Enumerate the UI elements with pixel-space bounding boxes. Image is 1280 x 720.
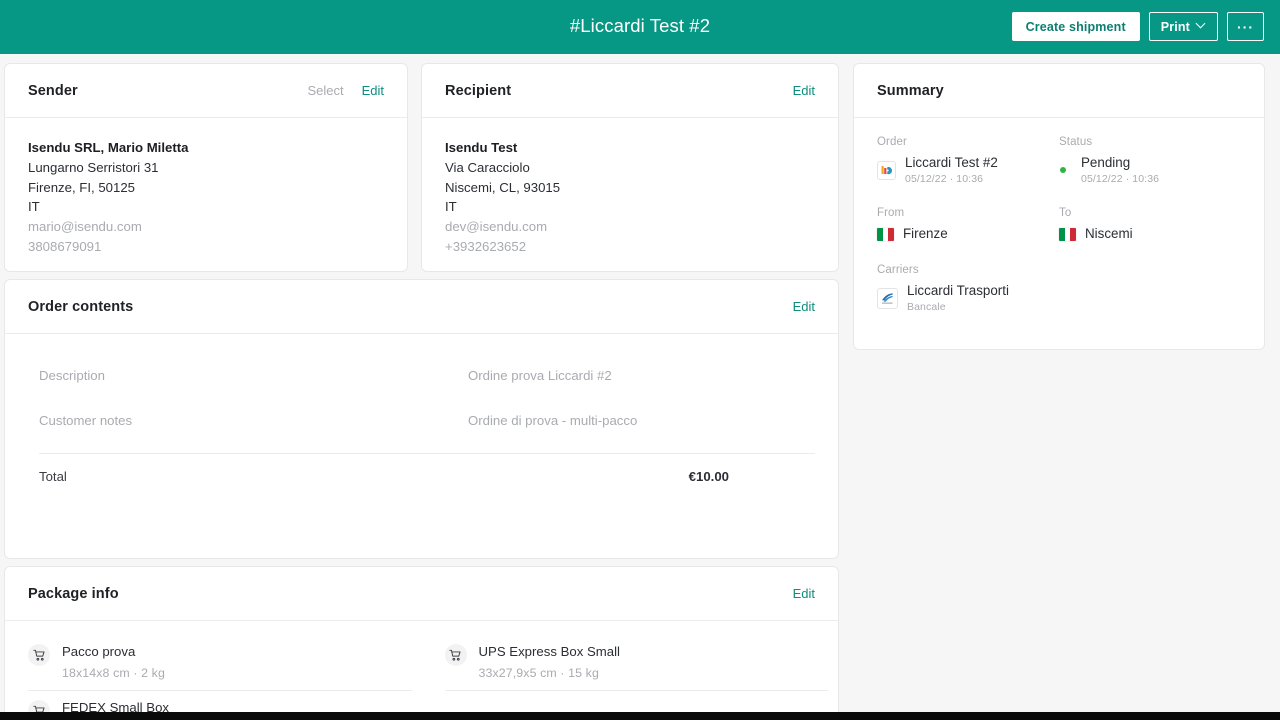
- recipient-city: Niscemi, CL, 93015: [445, 179, 561, 195]
- recipient-edit-link[interactable]: Edit: [793, 83, 815, 98]
- summary-status-texts: Pending 05/12/22 · 10:36: [1081, 155, 1159, 185]
- order-contents-edit-link[interactable]: Edit: [793, 299, 815, 314]
- package-name: UPS Express Box Small: [478, 644, 620, 659]
- package-list: Pacco prova 18x14x8 cm · 2 kg UPS Expres…: [5, 635, 838, 720]
- sender-title: Sender: [28, 82, 78, 99]
- list-item[interactable]: UPS Express Box Small 33x27,9x5 cm · 15 …: [422, 635, 839, 691]
- package-info-actions: Edit: [793, 586, 815, 601]
- sender-select-link[interactable]: Select: [307, 83, 343, 98]
- order-source-icon: [877, 160, 896, 180]
- summary-status-label: Status: [1059, 136, 1093, 148]
- summary-to-label: To: [1059, 207, 1072, 219]
- order-contents-actions: Edit: [793, 299, 815, 314]
- order-contents-row: Description Ordine prova Liccardi #2: [28, 353, 815, 398]
- carrier-logo-icon: [877, 287, 898, 309]
- summary-card: Summary Order Liccardi Test #2 05/12/22 …: [853, 63, 1265, 350]
- summary-status-date: 05/12/22 · 10:36: [1081, 173, 1160, 185]
- order-contents-title: Order contents: [28, 298, 134, 315]
- package-name: Pacco prova: [62, 644, 136, 659]
- sender-email: mario@isendu.com: [28, 219, 142, 235]
- recipient-country: IT: [445, 199, 457, 215]
- summary-card-body: Order Liccardi Test #2 05/12/22 · 10:36: [854, 118, 1264, 333]
- package-info-body: Pacco prova 18x14x8 cm · 2 kg UPS Expres…: [5, 621, 838, 720]
- sender-city: Firenze, FI, 50125: [28, 179, 136, 195]
- recipient-title: Recipient: [445, 82, 512, 99]
- recipient-card-header: Recipient Edit: [422, 64, 838, 118]
- summary-order-label: Order: [877, 136, 907, 148]
- order-contents-header: Order contents Edit: [5, 280, 838, 334]
- summary-carriers-block: Carriers Liccardi Trasporti Bancale: [877, 264, 1241, 313]
- sender-card: Sender Select Edit Isendu SRL, Mario Mil…: [4, 63, 408, 272]
- sender-street: Lungarno Serristori 31: [28, 159, 159, 175]
- summary-order-date: 05/12/22 · 10:36: [905, 173, 984, 185]
- recipient-email: dev@isendu.com: [445, 219, 548, 235]
- order-contents-body: Description Ordine prova Liccardi #2 Cus…: [5, 334, 838, 499]
- status-dot-icon: [1060, 167, 1066, 173]
- recipient-card-body: Isendu Test Via Caracciolo Niscemi, CL, …: [422, 118, 838, 275]
- customer-notes-label: Customer notes: [39, 413, 133, 428]
- print-button[interactable]: Print: [1148, 12, 1218, 41]
- summary-order-block: Order Liccardi Test #2 05/12/22 · 10:36: [877, 136, 1059, 185]
- horizontal-scrollbar[interactable]: [0, 712, 1280, 720]
- order-contents-card: Order contents Edit Description Ordine p…: [4, 279, 839, 559]
- summary-to-block: To Niscemi: [1059, 207, 1241, 242]
- list-item[interactable]: Pacco prova 18x14x8 cm · 2 kg: [5, 635, 422, 691]
- status-badge: Pending: [1081, 155, 1131, 170]
- description-value: Ordine prova Liccardi #2: [468, 368, 612, 383]
- package-dims: 33x27,9x5 cm · 15 kg: [478, 666, 599, 680]
- page-canvas: Sender Select Edit Isendu SRL, Mario Mil…: [0, 54, 1280, 720]
- recipient-name: Isendu Test: [445, 140, 518, 155]
- topbar-actions: Create shipment Print ···: [1011, 12, 1264, 41]
- summary-to-value: Niscemi: [1085, 226, 1133, 241]
- print-button-label: Print: [1160, 19, 1190, 34]
- sender-name: Isendu SRL, Mario Miletta: [28, 140, 189, 155]
- summary-row-order-status: Order Liccardi Test #2 05/12/22 · 10:36: [877, 136, 1241, 185]
- order-total-row: Total €10.00: [28, 454, 815, 499]
- package-info-title: Package info: [28, 585, 119, 602]
- package-info-header: Package info Edit: [5, 567, 838, 621]
- sender-actions: Select Edit: [307, 83, 384, 98]
- summary-from-block: From Firenze: [877, 207, 1059, 242]
- package-texts: Pacco prova 18x14x8 cm · 2 kg: [62, 643, 165, 680]
- create-shipment-button[interactable]: Create shipment: [1011, 12, 1140, 41]
- package-texts: UPS Express Box Small 33x27,9x5 cm · 15 …: [479, 643, 620, 680]
- summary-carrier-texts: Liccardi Trasporti Bancale: [907, 283, 1009, 313]
- total-label: Total: [39, 469, 67, 484]
- chevron-down-icon: [1197, 20, 1206, 29]
- summary-status-block: Status Pending 05/12/22 · 10:36: [1059, 136, 1241, 185]
- recipient-card: Recipient Edit Isendu Test Via Caracciol…: [421, 63, 839, 272]
- package-info-card: Package info Edit Pacco prova 18x14x8 cm…: [4, 566, 839, 720]
- summary-card-header: Summary: [854, 64, 1264, 118]
- italy-flag-icon: [1059, 227, 1076, 241]
- summary-title: Summary: [877, 82, 944, 99]
- cart-icon: [28, 644, 50, 666]
- sender-country: IT: [28, 199, 40, 215]
- package-dims: 18x14x8 cm · 2 kg: [62, 666, 165, 680]
- summary-from-label: From: [877, 207, 905, 219]
- more-options-button[interactable]: ···: [1227, 12, 1264, 41]
- cart-icon: [444, 644, 467, 666]
- summary-order-value: Liccardi Test #2: [905, 155, 998, 170]
- package-info-edit-link[interactable]: Edit: [793, 586, 815, 601]
- recipient-actions: Edit: [793, 83, 815, 98]
- carrier-name: Liccardi Trasporti: [907, 283, 1009, 298]
- total-value: €10.00: [688, 469, 729, 484]
- sender-card-header: Sender Select Edit: [5, 64, 407, 118]
- summary-row-from-to: From Firenze To Niscemi: [877, 207, 1241, 242]
- description-label: Description: [39, 368, 105, 383]
- sender-card-body: Isendu SRL, Mario Miletta Lungarno Serri…: [5, 118, 407, 275]
- order-contents-row: Customer notes Ordine di prova - multi-p…: [28, 398, 815, 443]
- recipient-phone: +3932623652: [445, 238, 527, 254]
- sender-edit-link[interactable]: Edit: [362, 83, 384, 98]
- customer-notes-value: Ordine di prova - multi-pacco: [468, 413, 638, 428]
- top-app-bar: tail #Liccardi Test #2 Create shipment P…: [0, 0, 1280, 54]
- summary-carriers-label: Carriers: [877, 264, 919, 276]
- summary-order-texts: Liccardi Test #2 05/12/22 · 10:36: [905, 155, 998, 185]
- carrier-service: Bancale: [907, 301, 946, 313]
- italy-flag-icon: [877, 227, 894, 241]
- sender-phone: 3808679091: [28, 238, 102, 254]
- recipient-street: Via Caracciolo: [445, 159, 530, 175]
- summary-from-value: Firenze: [903, 226, 948, 241]
